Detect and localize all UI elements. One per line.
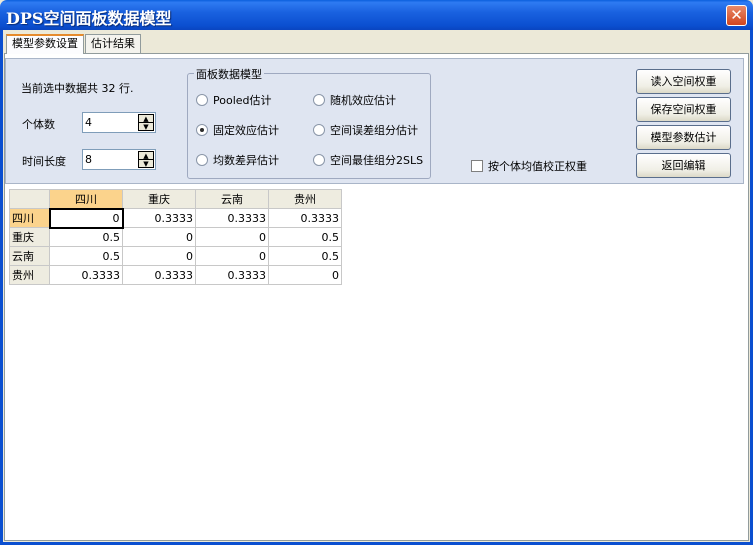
grid-cell[interactable]: 0 [122,246,196,266]
radio-label: 均数差异估计 [213,154,279,167]
radio-label: Pooled估计 [213,94,272,107]
grid-cell[interactable]: 0 [48,207,124,229]
tab-model-params[interactable]: 模型参数设置 [6,34,84,54]
grid-cell[interactable]: 0 [195,227,269,247]
time-length-spinner[interactable]: ▲ ▼ [82,149,156,170]
table-row: 重庆 0.5 0 0 0.5 [9,227,342,247]
radio-label: 空间误差组分估计 [330,124,418,137]
column-header[interactable]: 重庆 [122,189,196,209]
row-header[interactable]: 四川 [9,208,50,228]
read-weights-button[interactable]: 读入空间权重 [636,69,731,94]
grid-cell[interactable]: 0.3333 [122,265,196,285]
time-length-input[interactable] [83,150,138,169]
grid-cell[interactable]: 0 [195,246,269,266]
group-title: 面板数据模型 [194,66,264,82]
estimate-button[interactable]: 模型参数估计 [636,125,731,150]
window-title: DPS空间面板数据模型 [6,9,172,28]
radio-indicator [313,154,325,166]
column-header[interactable]: 云南 [195,189,269,209]
radio-label: 空间最佳组分2SLS [330,154,424,167]
grid-cell[interactable]: 0.3333 [268,208,342,228]
radio-random-effects[interactable]: 随机效应估计 [313,92,396,108]
weight-correction-checkbox[interactable]: 按个体均值校正权重 [471,158,587,174]
checkbox-box[interactable] [471,160,483,172]
column-header[interactable]: 贵州 [268,189,342,209]
data-summary-text: 当前选中数据共 32 行. [21,82,134,95]
grid-cell[interactable]: 0.3333 [195,265,269,285]
radio-indicator [313,94,325,106]
grid-header-row: 四川 重庆 云南 贵州 [9,189,342,209]
checkbox-label: 按个体均值校正权重 [488,160,587,173]
grid-corner[interactable] [9,189,50,209]
save-weights-button[interactable]: 保存空间权重 [636,97,731,122]
window-frame-left [0,30,3,545]
grid-cell[interactable]: 0 [122,227,196,247]
grid-cell[interactable]: 0.3333 [49,265,123,285]
table-row: 贵州 0.3333 0.3333 0.3333 0 [9,265,342,285]
grid-cell[interactable]: 0.5 [268,227,342,247]
radio-fixed-effects[interactable]: 固定效应估计 [196,122,279,138]
spin-up-icon[interactable]: ▲ [139,152,153,160]
radio-indicator [196,154,208,166]
table-row: 四川 0 0.3333 0.3333 0.3333 [9,207,342,229]
row-header[interactable]: 贵州 [9,265,50,285]
row-header[interactable]: 重庆 [9,227,50,247]
individuals-spinner[interactable]: ▲ ▼ [82,112,156,133]
radio-indicator [196,94,208,106]
radio-indicator [313,124,325,136]
radio-mean-difference[interactable]: 均数差异估计 [196,152,279,168]
close-icon: ✕ [730,6,743,24]
grid-cell[interactable]: 0.5 [49,227,123,247]
radio-indicator [196,124,208,136]
grid-cell[interactable]: 0.5 [49,246,123,266]
time-length-spin-buttons[interactable]: ▲ ▼ [138,151,154,168]
column-header[interactable]: 四川 [49,189,123,209]
grid-cell[interactable]: 0.5 [268,246,342,266]
row-header[interactable]: 云南 [9,246,50,266]
radio-label: 固定效应估计 [213,124,279,137]
individuals-label: 个体数 [22,118,55,131]
spin-up-icon[interactable]: ▲ [139,115,153,123]
weight-matrix-grid[interactable]: 四川 重庆 云南 贵州 四川 0 0.3333 0.3333 0.3333 重庆… [9,189,342,285]
radio-pooled[interactable]: Pooled估计 [196,92,272,108]
table-row: 云南 0.5 0 0 0.5 [9,246,342,266]
grid-cell[interactable]: 0.3333 [122,208,196,228]
time-length-label: 时间长度 [22,155,66,168]
grid-cell[interactable]: 0 [268,265,342,285]
grid-cell[interactable]: 0.3333 [195,208,269,228]
tab-strip: 模型参数设置 估计结果 [6,34,142,54]
title-bar: DPS空间面板数据模型 ✕ [0,0,753,30]
tab-estimation-results[interactable]: 估计结果 [85,34,141,53]
back-to-edit-button[interactable]: 返回编辑 [636,153,731,178]
spin-down-icon[interactable]: ▼ [139,160,153,168]
spin-down-icon[interactable]: ▼ [139,123,153,131]
radio-spatial-2sls[interactable]: 空间最佳组分2SLS [313,152,423,168]
individuals-input[interactable] [83,113,138,132]
individuals-spin-buttons[interactable]: ▲ ▼ [138,114,154,131]
radio-spatial-error[interactable]: 空间误差组分估计 [313,122,418,138]
radio-label: 随机效应估计 [330,94,396,107]
close-button[interactable]: ✕ [726,5,747,26]
